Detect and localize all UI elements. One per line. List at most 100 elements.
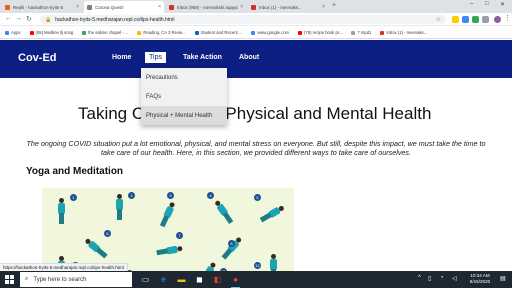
yoga-pose-figure [258, 202, 288, 227]
bookmark-apps[interactable]: Apps [5, 30, 21, 35]
nav-about[interactable]: About [239, 54, 259, 61]
edge-icon[interactable]: e [158, 274, 169, 285]
site-logo[interactable]: Cov-Ed [18, 52, 57, 64]
link-hover-status: https://hackathon-tryits-5.medharajan.re… [0, 263, 128, 271]
close-icon[interactable]: × [158, 4, 161, 10]
browser-tab-replit[interactable]: Replit - hackathon-tryits-5 × [2, 1, 82, 13]
lock-icon[interactable]: 🔒 [45, 17, 51, 23]
taskbar-search-input[interactable]: ⌕ Type here to search [20, 272, 132, 287]
youtube-icon [298, 30, 303, 35]
clock-date: 9/16/2020 [469, 279, 491, 284]
bookmark-icon [351, 30, 356, 35]
windows-taskbar: ⌕ Type here to search ▭ e ▬ ◼ ◧ ● ^ ▯ ◔ … [0, 271, 512, 288]
bookmark-item[interactable]: the sabine chapel - ... [82, 30, 128, 35]
tab-title: Corona Quest! [95, 4, 124, 10]
search-icon: ⌕ [25, 276, 29, 282]
notifications-icon[interactable]: ▤ [500, 275, 506, 282]
extension-icon[interactable] [482, 16, 489, 23]
bookmark-item[interactable]: Student and Recent ... [194, 30, 242, 35]
intro-paragraph: The ongoing COVID situation put a lot em… [26, 139, 486, 157]
search-placeholder: Type here to search [33, 276, 87, 283]
minimize-icon[interactable]: – [470, 1, 473, 7]
browser-tab-strip: Replit - hackathon-tryits-5 × Corona Que… [0, 0, 512, 13]
wifi-icon[interactable]: ◔ [440, 275, 444, 281]
tab-title: Inbox (959) - meenakshi.rajaya... [177, 4, 239, 10]
taskbar-clock[interactable]: 10:34 AM 9/16/2020 [465, 273, 495, 285]
dropdown-item-faqs[interactable]: FAQs [141, 87, 227, 106]
address-bar-row: ← → ↻ 🔒 hackathon-tryits-5.medharajan.re… [0, 13, 512, 26]
bookmark-item[interactable]: 7 mpd1 [351, 30, 371, 35]
bookmark-star-icon[interactable]: ☆ [436, 16, 441, 23]
page-title: Taking Care of Our Physical and Mental H… [78, 104, 432, 123]
file-explorer-icon[interactable]: ▬ [176, 274, 187, 285]
gmail-icon [380, 30, 385, 35]
tab-title: Inbox (1) - meenaks... [259, 4, 302, 10]
extension-icon[interactable] [472, 16, 479, 23]
windows-start-icon[interactable] [5, 275, 14, 284]
url-text: hackathon-tryits-5.medharajan.repl.co/ti… [55, 16, 175, 23]
google-icon [251, 30, 256, 35]
yoga-pose-figure [156, 243, 184, 263]
youtube-icon [29, 30, 34, 35]
browser-tab-inbox-1[interactable]: Inbox (1) - meenaks... × [248, 1, 328, 13]
back-icon[interactable]: ← [5, 15, 12, 22]
bookmark-item[interactable]: Inbox (1) - meenaks... [380, 30, 427, 35]
office-icon[interactable]: ◧ [212, 274, 223, 285]
volume-icon[interactable]: ◁ [452, 275, 457, 282]
bookmark-item[interactable]: www.google.com [251, 30, 289, 35]
store-icon[interactable]: ◼ [194, 274, 205, 285]
maximize-icon[interactable]: □ [485, 1, 489, 7]
new-tab-icon[interactable]: + [332, 2, 336, 9]
pose-number: 2 [128, 192, 135, 199]
tips-dropdown-menu: Precautions FAQs Physical + Mental Healt… [141, 68, 227, 125]
bookmark-icon [137, 30, 142, 35]
nav-take-action[interactable]: Take Action [183, 54, 222, 61]
close-icon[interactable]: × [322, 4, 325, 10]
apps-grid-icon [5, 30, 9, 35]
pose-number: 3 [167, 192, 174, 199]
chrome-icon[interactable]: ● [230, 274, 241, 288]
bookmark-icon [82, 30, 87, 35]
close-icon[interactable]: × [240, 4, 243, 10]
nav-home[interactable]: Home [112, 54, 131, 61]
pose-number: 5 [254, 194, 261, 201]
pose-number: 7 [176, 232, 183, 239]
forward-icon[interactable]: → [15, 15, 22, 22]
close-window-icon[interactable]: ✕ [500, 1, 505, 8]
browser-menu-icon[interactable]: ⋮ [504, 14, 511, 22]
yoga-pose-figure [212, 196, 238, 225]
bookmark-item[interactable]: (78) recipe book pr... [298, 30, 342, 35]
extension-icon[interactable] [452, 16, 459, 23]
browser-tab-corona-quest[interactable]: Corona Quest! × [84, 1, 164, 13]
pose-number: 6 [104, 230, 111, 237]
replit-icon [5, 4, 10, 10]
yoga-pose-figure [219, 235, 246, 264]
bookmark-item[interactable]: Reading, CA 3 Revie... [137, 30, 186, 35]
site-navbar: Cov-Ed Home Tips Take Action About [0, 40, 512, 78]
bookmark-item[interactable]: (65) Medline tlj song [29, 30, 73, 35]
pose-number: 4 [207, 192, 214, 199]
yoga-pose-figure [114, 194, 125, 220]
dropdown-item-physical-mental-health[interactable]: Physical + Mental Health [141, 106, 227, 125]
pose-number: 1 [70, 194, 77, 201]
reload-icon[interactable]: ↻ [26, 15, 32, 23]
tab-title: Replit - hackathon-tryits-5 [13, 4, 64, 10]
extension-icon[interactable] [462, 16, 469, 23]
profile-avatar[interactable] [494, 16, 501, 23]
task-view-icon[interactable]: ▭ [140, 274, 151, 285]
nav-tips[interactable]: Tips [145, 52, 166, 63]
close-icon[interactable]: × [76, 4, 79, 10]
yoga-pose-figure [157, 200, 181, 229]
pose-number: 8 [228, 240, 235, 247]
yoga-pose-figure [56, 198, 67, 224]
gmail-icon [169, 4, 174, 10]
section-title-yoga: Yoga and Meditation [26, 166, 124, 177]
browser-tab-inbox-959[interactable]: Inbox (959) - meenakshi.rajaya... × [166, 1, 246, 13]
bookmarks-bar: Apps (65) Medline tlj song the sabine ch… [0, 27, 512, 39]
network-icon[interactable]: ▯ [428, 275, 431, 282]
tray-chevron-icon[interactable]: ^ [418, 275, 421, 281]
dropdown-item-precautions[interactable]: Precautions [141, 68, 227, 87]
url-input[interactable]: 🔒 hackathon-tryits-5.medharajan.repl.co/… [40, 15, 446, 24]
bookmark-icon [194, 30, 199, 35]
gmail-icon [251, 4, 256, 10]
